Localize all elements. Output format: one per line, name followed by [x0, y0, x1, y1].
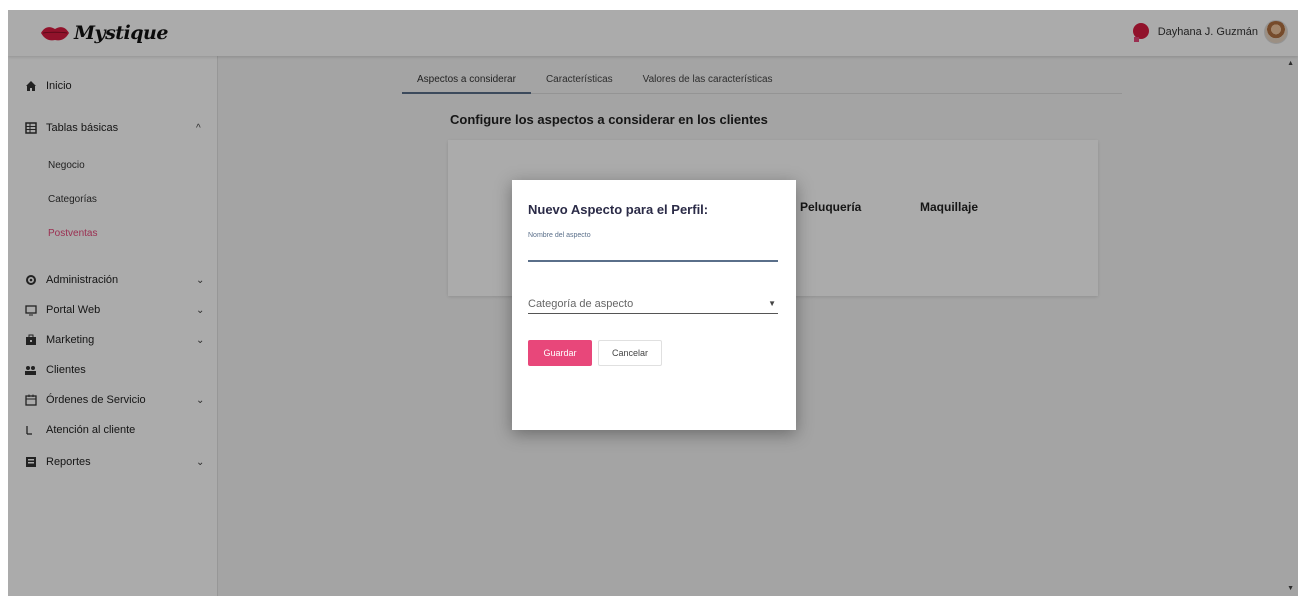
save-button[interactable]: Guardar [528, 340, 592, 366]
aspect-name-input[interactable] [528, 242, 778, 262]
category-select-placeholder: Categoría de aspecto [528, 297, 634, 310]
name-field-label: Nombre del aspecto [528, 232, 591, 239]
caret-down-icon: ▼ [768, 299, 776, 308]
app-frame: Mystique Dayhana J. Guzmán Inicio Tablas… [8, 10, 1298, 596]
new-aspect-dialog: Nuevo Aspecto para el Perfil: Nombre del… [512, 180, 796, 430]
dialog-title: Nuevo Aspecto para el Perfil: [528, 202, 709, 217]
cancel-button[interactable]: Cancelar [598, 340, 662, 366]
category-select[interactable]: Categoría de aspecto ▼ [528, 294, 778, 314]
